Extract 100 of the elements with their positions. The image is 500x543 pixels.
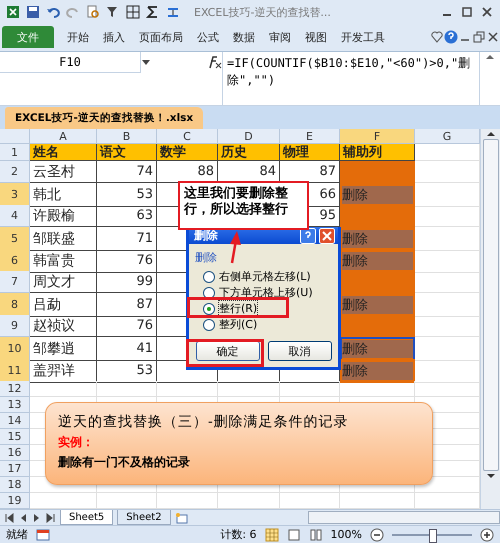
ribbon-tab[interactable]: 公式 xyxy=(190,26,226,48)
dialog-button[interactable]: 取消 xyxy=(268,341,332,362)
column-header[interactable]: B xyxy=(97,129,157,144)
helper-cell: 删除 xyxy=(340,249,415,274)
sheet-tab[interactable]: Sheet2 xyxy=(117,510,171,526)
column-header[interactable]: G xyxy=(415,129,480,144)
page-layout-icon[interactable] xyxy=(286,528,301,542)
grid-cell xyxy=(30,381,97,398)
table-cell: 语文 xyxy=(97,144,157,162)
ribbon-tab[interactable]: 数据 xyxy=(226,26,262,48)
row-header[interactable]: 17 xyxy=(0,461,30,478)
maximize-icon[interactable] xyxy=(460,5,474,20)
radio-label[interactable]: 右侧单元格左移(L) xyxy=(219,269,311,284)
table-cell: 76 xyxy=(97,249,157,274)
column-header[interactable]: C xyxy=(157,129,218,144)
radio-label[interactable]: 下方单元格上移(U) xyxy=(219,285,313,300)
radio-button[interactable] xyxy=(203,318,215,331)
row-header[interactable]: 18 xyxy=(0,477,30,494)
zoom-out-icon[interactable] xyxy=(370,528,384,542)
name-box[interactable]: F10 xyxy=(0,52,141,73)
format-icon[interactable] xyxy=(166,5,180,20)
table-cell: 71 xyxy=(97,227,157,252)
radio-button[interactable] xyxy=(203,302,215,315)
zoom-in-icon[interactable] xyxy=(480,528,494,542)
row-header[interactable]: 13 xyxy=(0,397,30,414)
row-header[interactable]: 2 xyxy=(0,161,30,184)
workbook-tab[interactable]: EXCEL技巧-逆天的查找替换！.xlsx xyxy=(5,107,204,130)
filter-icon[interactable] xyxy=(106,5,120,20)
borders-icon[interactable] xyxy=(126,5,140,20)
radio-label[interactable]: 整列(C) xyxy=(219,317,258,332)
row-header[interactable]: 7 xyxy=(0,271,30,294)
helper-cell: 删除 xyxy=(340,227,415,252)
help-icon[interactable] xyxy=(300,228,316,244)
row-header[interactable]: 15 xyxy=(0,429,30,446)
column-header[interactable]: A xyxy=(30,129,97,144)
table-cell: 韩北 xyxy=(30,183,97,208)
normal-view-icon[interactable] xyxy=(264,528,279,542)
table-cell: 物理 xyxy=(280,144,340,162)
column-header[interactable]: D xyxy=(218,129,280,144)
dropdown-caret-icon[interactable] xyxy=(141,57,151,68)
ribbon-tab[interactable]: 审阅 xyxy=(262,26,298,48)
row-header[interactable]: 6 xyxy=(0,249,30,274)
save-icon[interactable] xyxy=(26,5,40,20)
row-header[interactable]: 3 xyxy=(0,183,30,208)
print-preview-icon[interactable] xyxy=(86,5,100,20)
ribbon-tab[interactable]: 页面布局 xyxy=(132,26,190,48)
undo-icon[interactable] xyxy=(46,5,60,20)
row-header[interactable]: 8 xyxy=(0,293,30,318)
table-cell: 邹攀逍 xyxy=(30,337,97,362)
ribbon-tab[interactable]: 开始 xyxy=(60,26,96,48)
restore-icon[interactable] xyxy=(472,30,486,44)
row-header[interactable]: 5 xyxy=(0,227,30,252)
row-header[interactable]: 10 xyxy=(0,337,30,362)
heart-icon[interactable] xyxy=(430,30,444,44)
helper-cell: 删除 xyxy=(340,337,415,362)
status-mode: 就绪 xyxy=(6,527,28,542)
status-count: 计数: 6 xyxy=(220,527,257,542)
table-cell: 周文才 xyxy=(30,271,97,294)
table-cell: 87 xyxy=(97,293,157,318)
table-cell: 53 xyxy=(97,183,157,208)
row-header[interactable]: 1 xyxy=(0,144,30,162)
last-sheet-icon[interactable] xyxy=(46,512,56,523)
radio-label[interactable]: 整行(R) xyxy=(219,301,258,316)
horizontal-scrollbar[interactable] xyxy=(308,511,500,524)
row-header[interactable]: 12 xyxy=(0,381,30,398)
ribbon-tab[interactable]: 插入 xyxy=(96,26,132,48)
dialog-button[interactable]: 确定 xyxy=(196,341,260,362)
column-header[interactable]: F xyxy=(340,129,415,144)
ribbon-tab[interactable]: 开发工具 xyxy=(334,26,392,48)
sheet-tab[interactable]: Sheet5 xyxy=(60,510,114,526)
table-cell: 99 xyxy=(97,271,157,294)
first-sheet-icon[interactable] xyxy=(4,512,14,523)
table-cell: 历史 xyxy=(218,144,280,162)
excel-logo-icon[interactable] xyxy=(6,5,20,20)
help-icon[interactable] xyxy=(444,30,458,44)
insert-sheet-icon[interactable] xyxy=(174,512,189,524)
scroll-thumb[interactable] xyxy=(482,139,498,472)
row-header[interactable]: 11 xyxy=(0,359,30,384)
note-title: 逆天的查找替换（三）-删除满足条件的记录 xyxy=(58,413,350,432)
row-header[interactable]: 14 xyxy=(0,413,30,430)
table-cell: 韩富贵 xyxy=(30,249,97,274)
macro-record-icon[interactable] xyxy=(36,528,50,542)
close-icon[interactable] xyxy=(486,30,500,44)
close-icon[interactable] xyxy=(480,5,494,20)
table-cell: 赵祯议 xyxy=(30,315,97,338)
column-header[interactable]: E xyxy=(280,129,340,144)
radio-button[interactable] xyxy=(203,286,215,299)
row-header[interactable]: 9 xyxy=(0,315,30,338)
row-header[interactable]: 19 xyxy=(0,493,30,510)
page-break-icon[interactable] xyxy=(308,528,323,542)
table-cell: 41 xyxy=(97,337,157,362)
zoom-slider-thumb[interactable] xyxy=(429,528,437,543)
row-header[interactable]: 16 xyxy=(0,445,30,462)
ribbon-tab[interactable]: 视图 xyxy=(298,26,334,48)
sum-icon[interactable] xyxy=(146,5,160,20)
close-icon[interactable] xyxy=(319,228,335,244)
row-header[interactable]: 4 xyxy=(0,205,30,228)
zoom-level[interactable]: 100% xyxy=(330,528,362,542)
table-cell: 吕勐 xyxy=(30,293,97,318)
radio-button[interactable] xyxy=(203,270,215,283)
